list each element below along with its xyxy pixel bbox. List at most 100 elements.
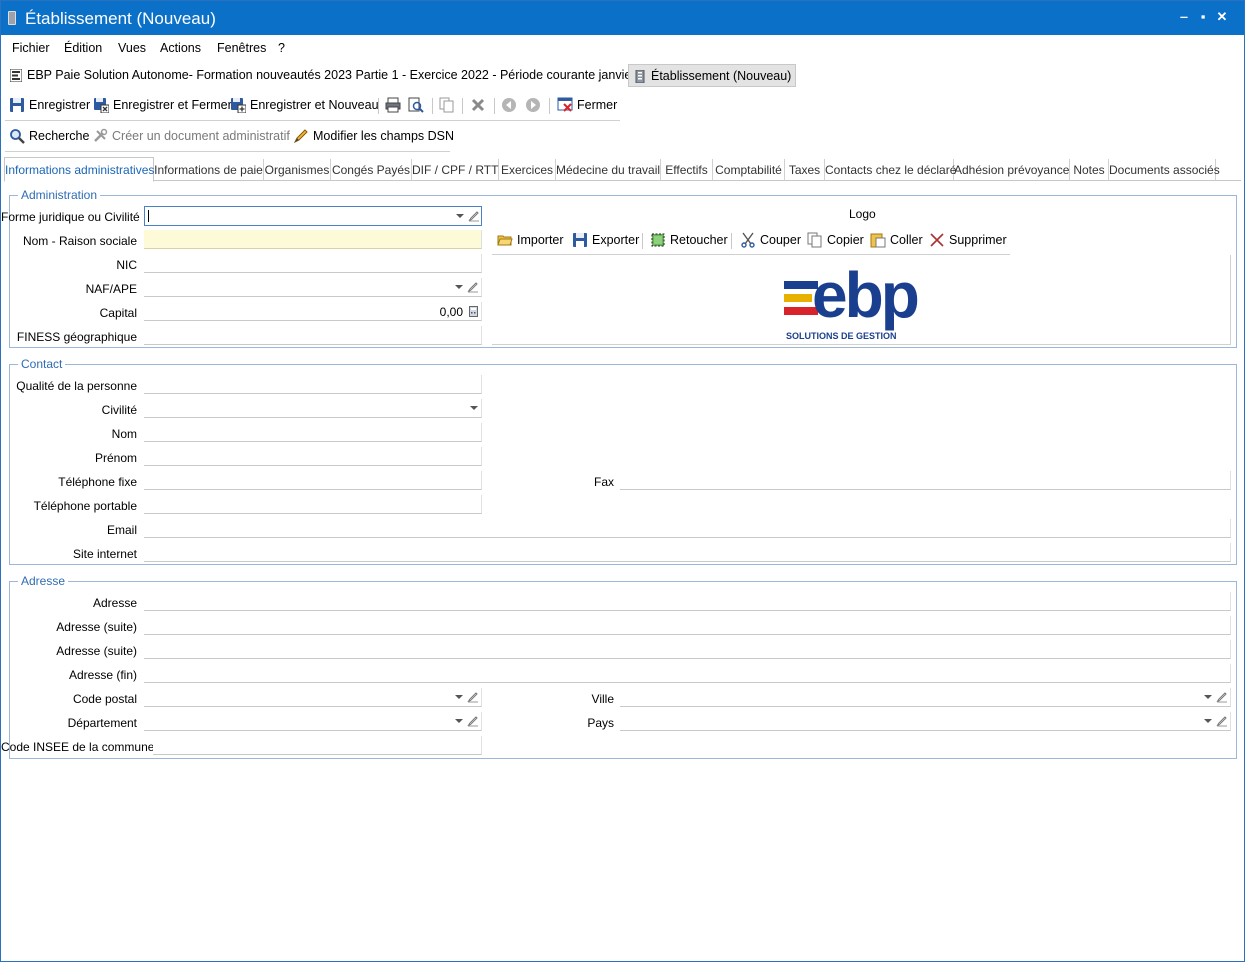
- edit-icon[interactable]: [467, 281, 479, 293]
- chevron-down-icon[interactable]: [1204, 719, 1212, 723]
- print-preview-icon[interactable]: [408, 97, 424, 113]
- import-button[interactable]: Importer: [497, 232, 564, 250]
- nic-input[interactable]: [144, 254, 482, 273]
- toolbar-separator: [494, 98, 495, 114]
- adresse-suite-1-input[interactable]: [144, 616, 1231, 635]
- menu-fenetres[interactable]: Fenêtres: [217, 41, 266, 55]
- tab-effectifs[interactable]: Effectifs: [661, 159, 713, 181]
- calculator-icon[interactable]: [469, 306, 478, 317]
- export-button[interactable]: Exporter: [572, 232, 639, 250]
- copy-button[interactable]: Copier: [807, 232, 864, 250]
- nom-raison-sociale-label: Nom - Raison sociale: [22, 234, 137, 248]
- menu-actions[interactable]: Actions: [160, 41, 201, 55]
- pays-combo[interactable]: [620, 712, 1231, 731]
- nic-label: NIC: [116, 258, 137, 272]
- edit-dsn-button[interactable]: Modifier les champs DSN: [293, 128, 454, 146]
- tab-comptabilite[interactable]: Comptabilité: [713, 159, 785, 181]
- chevron-down-icon[interactable]: [456, 214, 464, 218]
- cut-button[interactable]: Couper: [740, 232, 801, 250]
- site-internet-label: Site internet: [72, 547, 137, 561]
- edit-icon[interactable]: [1216, 715, 1228, 727]
- edit-icon[interactable]: [467, 715, 479, 727]
- tools-icon: [94, 128, 108, 142]
- nom-raison-sociale-input[interactable]: [144, 230, 482, 249]
- toolbar-separator: [432, 98, 433, 114]
- pencil-icon: [293, 129, 308, 144]
- departement-label: Département: [67, 716, 137, 730]
- code-postal-combo[interactable]: [144, 688, 482, 707]
- tab-adhesion-prevoyance[interactable]: Adhésion prévoyance: [954, 159, 1070, 181]
- nom-label: Nom: [111, 427, 137, 441]
- main-toolbar: Enregistrer Enregistrer et Fermer Enregi…: [1, 92, 1244, 120]
- tab-medecine-du-travail[interactable]: Médecine du travail: [556, 159, 661, 181]
- chevron-down-icon[interactable]: [455, 285, 463, 289]
- tab-dif-cpf-rtt[interactable]: DIF / CPF / RTT: [412, 159, 499, 181]
- save-button[interactable]: Enregistrer: [9, 97, 90, 115]
- print-icon[interactable]: [385, 97, 401, 113]
- chevron-down-icon[interactable]: [1204, 695, 1212, 699]
- email-input[interactable]: [144, 519, 1231, 538]
- chevron-down-icon[interactable]: [455, 719, 463, 723]
- qualite-input[interactable]: [144, 375, 482, 394]
- adresse-fin-input[interactable]: [144, 664, 1231, 683]
- tab-organismes[interactable]: Organismes: [264, 159, 331, 181]
- logo-image-area[interactable]: ebp SOLUTIONS DE GESTION: [492, 255, 1231, 345]
- delete-logo-button[interactable]: Supprimer: [929, 232, 1007, 250]
- tab-conges-payes[interactable]: Congés Payés: [331, 159, 412, 181]
- floppy-icon: [573, 233, 587, 247]
- breadcrumb-item-dossier[interactable]: EBP Paie Solution Autonome- Formation no…: [5, 64, 671, 87]
- fax-input[interactable]: [620, 471, 1231, 490]
- chevron-down-icon[interactable]: [455, 695, 463, 699]
- ville-combo[interactable]: [620, 688, 1231, 707]
- edit-icon[interactable]: [1216, 691, 1228, 703]
- adresse-title: Adresse: [18, 574, 69, 588]
- close-window-button[interactable]: ✕: [1213, 9, 1231, 25]
- civilite-select[interactable]: [144, 399, 482, 418]
- search-icon: [10, 129, 25, 144]
- finess-input[interactable]: [144, 326, 482, 345]
- tab-exercices[interactable]: Exercices: [499, 159, 556, 181]
- retouch-button[interactable]: Retoucher: [650, 232, 728, 250]
- tab-informations-administratives[interactable]: Informations administratives: [4, 157, 154, 182]
- telephone-portable-input[interactable]: [144, 495, 482, 514]
- toolbar-separator: [378, 98, 379, 114]
- close-button[interactable]: Fermer: [557, 97, 617, 115]
- naf-ape-combo[interactable]: [144, 278, 482, 297]
- tab-taxes[interactable]: Taxes: [785, 159, 825, 181]
- save-close-button[interactable]: Enregistrer et Fermer: [93, 97, 232, 115]
- tab-informations-de-paie[interactable]: Informations de paie: [154, 159, 264, 181]
- app-window: Établissement (Nouveau) ‒ ▪ ✕ Fichier Éd…: [0, 0, 1245, 962]
- maximize-button[interactable]: ▪: [1194, 9, 1212, 24]
- menu-fichier[interactable]: Fichier: [12, 41, 50, 55]
- adresse-suite-2-input[interactable]: [144, 640, 1231, 659]
- text-caret: [148, 210, 149, 222]
- adresse-input[interactable]: [144, 592, 1231, 611]
- search-button[interactable]: Recherche: [9, 128, 89, 146]
- breadcrumb-item-etablissement[interactable]: Établissement (Nouveau): [628, 64, 797, 87]
- edit-icon[interactable]: [468, 210, 480, 222]
- telephone-fixe-input[interactable]: [144, 471, 482, 490]
- save-new-button[interactable]: Enregistrer et Nouveau: [230, 97, 379, 115]
- breadcrumb: EBP Paie Solution Autonome- Formation no…: [1, 62, 1244, 88]
- tab-documents-associes[interactable]: Documents associés: [1109, 159, 1220, 181]
- tab-contacts-chez-le-declare[interactable]: Contacts chez le déclaré: [825, 159, 956, 181]
- edit-icon[interactable]: [467, 691, 479, 703]
- code-insee-input[interactable]: [153, 736, 482, 755]
- tab-notes[interactable]: Notes: [1070, 159, 1109, 181]
- telephone-fixe-label: Téléphone fixe: [58, 475, 137, 489]
- menu-edition[interactable]: Édition: [64, 41, 102, 55]
- adresse-suite-2-label: Adresse (suite): [56, 644, 137, 658]
- departement-combo[interactable]: [144, 712, 482, 731]
- capital-input[interactable]: 0,00: [144, 302, 482, 321]
- forme-juridique-combo[interactable]: [144, 206, 482, 226]
- minimize-button[interactable]: ‒: [1175, 9, 1193, 24]
- site-internet-input[interactable]: [144, 543, 1231, 562]
- paste-button[interactable]: Coller: [870, 232, 923, 250]
- qualite-label: Qualité de la personne: [16, 379, 137, 393]
- menu-vues[interactable]: Vues: [118, 41, 146, 55]
- prenom-input[interactable]: [144, 447, 482, 466]
- logo-stripe-yellow: [784, 294, 812, 302]
- chevron-down-icon[interactable]: [470, 406, 478, 410]
- menu-help[interactable]: ?: [278, 41, 285, 55]
- nom-input[interactable]: [144, 423, 482, 442]
